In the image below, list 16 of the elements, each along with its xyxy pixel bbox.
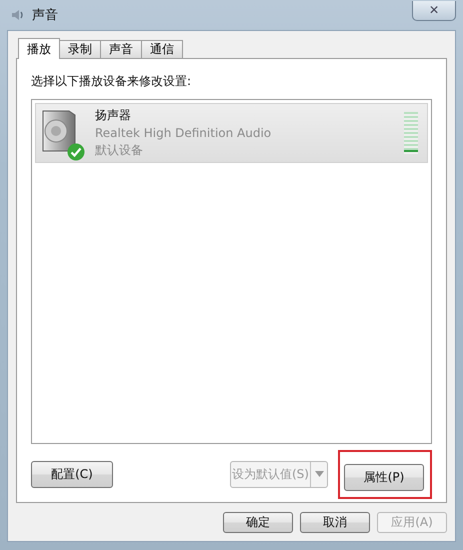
device-name: 扬声器 <box>95 107 132 124</box>
window-title: 声音 <box>32 7 59 24</box>
instruction-text: 选择以下播放设备来修改设置: <box>31 73 192 90</box>
device-row[interactable]: 扬声器 Realtek High Definition Audio 默认设备 <box>35 103 428 163</box>
tab[interactable]: 通信 <box>141 40 183 58</box>
tab[interactable]: 播放 <box>18 38 60 59</box>
close-button[interactable]: × <box>412 1 456 21</box>
properties-button[interactable]: 属性(P) <box>344 464 424 490</box>
cancel-button[interactable]: 取消 <box>300 512 370 533</box>
device-status: 默认设备 <box>95 142 144 159</box>
tab[interactable]: 声音 <box>100 40 142 58</box>
device-driver: Realtek High Definition Audio <box>95 126 272 140</box>
ok-button[interactable]: 确定 <box>223 512 293 533</box>
tab[interactable]: 录制 <box>59 40 101 58</box>
dropdown-arrow-icon <box>314 471 324 477</box>
configure-button[interactable]: 配置(C) <box>31 460 113 488</box>
